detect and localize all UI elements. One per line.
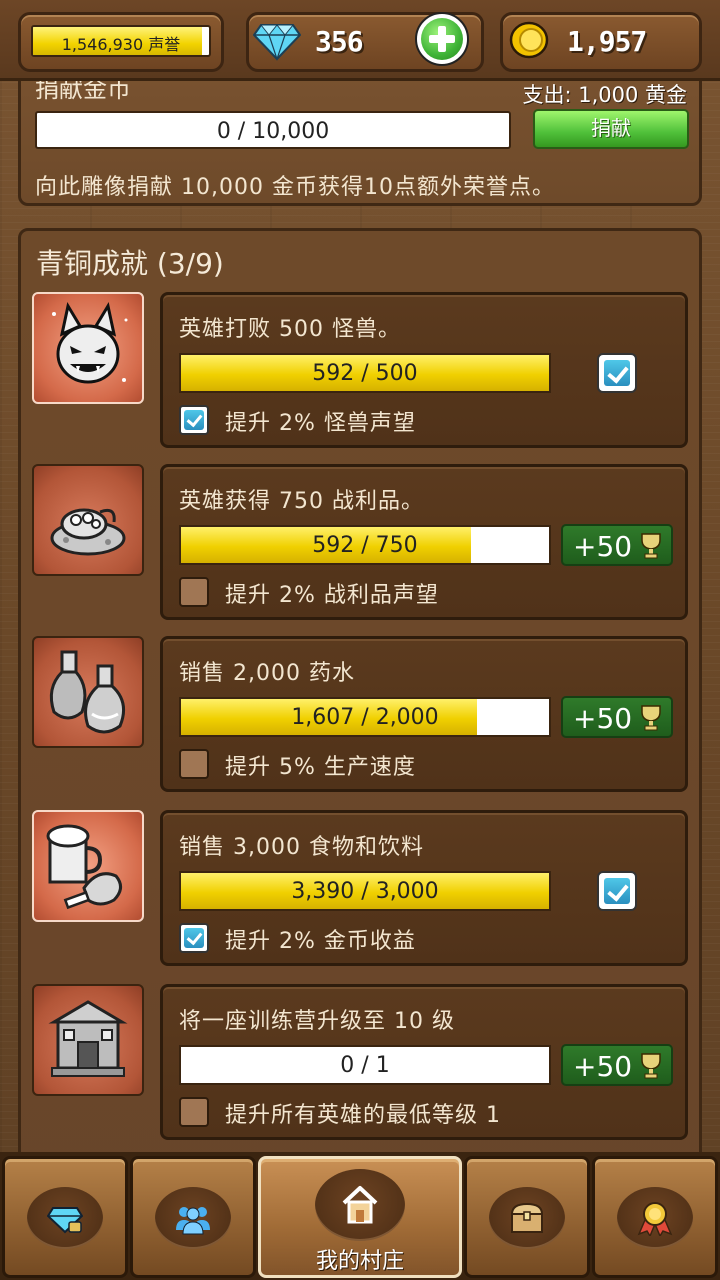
medal-icon bbox=[637, 1202, 673, 1236]
check-icon bbox=[184, 928, 204, 948]
achievement-item: 将一座训练营升级至 10 级 0 / 1 +50 提升所有英雄的最低等级 1 bbox=[32, 984, 688, 1140]
achievement-progress-bar: 3,390 / 3,000 bbox=[179, 871, 551, 911]
bonus-checkbox[interactable] bbox=[179, 577, 209, 607]
donate-button[interactable]: 捐献 bbox=[533, 109, 689, 149]
gem-counter: 356 bbox=[246, 12, 484, 72]
progress-text: 592 / 750 bbox=[312, 533, 418, 558]
achievement-description: 英雄获得 750 战利品。 bbox=[179, 489, 424, 514]
reward-badge[interactable]: +50 bbox=[561, 1044, 673, 1086]
achievement-card: 英雄获得 750 战利品。 592 / 750 +50 提升 2% 战利品声望 bbox=[160, 464, 688, 620]
bottom-nav: 我的村庄 bbox=[0, 1152, 720, 1280]
achievement-description: 销售 2,000 药水 bbox=[179, 661, 355, 686]
loot-pile-icon bbox=[50, 508, 126, 556]
bonus-text: 提升 2% 战利品声望 bbox=[225, 583, 439, 608]
donate-description: 向此雕像捐献 10,000 金币获得10点额外荣誉点。 bbox=[35, 175, 555, 200]
nav-heroes-button[interactable] bbox=[130, 1156, 256, 1278]
check-icon bbox=[604, 360, 630, 386]
nav-achievements-button[interactable] bbox=[592, 1156, 718, 1278]
bonus-text: 提升 2% 金币收益 bbox=[225, 929, 416, 954]
training-camp-icon bbox=[48, 1000, 128, 1077]
achievement-item: 销售 2,000 药水 1,607 / 2,000 +50 提升 5% 生产速度 bbox=[32, 636, 688, 792]
food-drink-icon bbox=[46, 824, 122, 910]
bonus-text: 提升 5% 生产速度 bbox=[225, 755, 416, 780]
fame-value: 1,546,930 bbox=[61, 35, 144, 54]
potion-bottles-icon bbox=[49, 650, 126, 734]
achievement-item: 英雄获得 750 战利品。 592 / 750 +50 提升 2% 战利品声望 bbox=[32, 464, 688, 620]
achievement-progress-bar: 0 / 1 bbox=[179, 1045, 551, 1085]
heroes-icon bbox=[176, 1207, 210, 1235]
reward-text: +50 bbox=[573, 530, 633, 563]
bonus-checkbox[interactable] bbox=[179, 405, 209, 435]
donate-cost: 支出: 1,000 黄金 bbox=[522, 83, 687, 107]
bonus-text: 提升所有英雄的最低等级 1 bbox=[225, 1103, 501, 1128]
treasure-chest-icon bbox=[510, 1202, 544, 1233]
achievement-description: 英雄打败 500 怪兽。 bbox=[179, 317, 401, 342]
achievement-description: 将一座训练营升级至 10 级 bbox=[179, 1009, 455, 1034]
resource-bar: 1,546,930 声誉 356 1,957 bbox=[0, 0, 720, 81]
diamond-icon bbox=[253, 24, 301, 61]
achievement-progress-bar: 1,607 / 2,000 bbox=[179, 697, 551, 737]
nav-village-label: 我的村庄 bbox=[315, 1249, 404, 1274]
bonus-checkbox[interactable] bbox=[179, 923, 209, 953]
reward-badge[interactable]: +50 bbox=[561, 524, 673, 566]
progress-text: 592 / 500 bbox=[312, 361, 418, 386]
gold-counter: 1,957 bbox=[500, 12, 702, 72]
completed-checkbox[interactable] bbox=[597, 353, 637, 393]
nav-village-button[interactable]: 我的村庄 bbox=[258, 1156, 462, 1278]
donate-progress-bar: 0 / 10,000 bbox=[35, 111, 511, 149]
bonus-checkbox[interactable] bbox=[179, 749, 209, 779]
progress-text: 0 / 1 bbox=[340, 1053, 390, 1078]
check-icon bbox=[604, 878, 630, 904]
progress-text: 3,390 / 3,000 bbox=[291, 879, 439, 904]
diamond-icon bbox=[47, 1207, 83, 1234]
achievements-title: 青铜成就 (3/9) bbox=[36, 247, 224, 280]
achievement-item: 销售 3,000 食物和饮料 3,390 / 3,000 提升 2% 金币收益 bbox=[32, 810, 688, 966]
progress-text: 1,607 / 2,000 bbox=[291, 705, 439, 730]
plus-icon bbox=[421, 18, 463, 60]
trophy-icon bbox=[641, 1053, 661, 1079]
achievement-card: 将一座训练营升级至 10 级 0 / 1 +50 提升所有英雄的最低等级 1 bbox=[160, 984, 688, 1140]
achievement-card: 销售 2,000 药水 1,607 / 2,000 +50 提升 5% 生产速度 bbox=[160, 636, 688, 792]
fame-counter: 1,546,930 声誉 bbox=[18, 12, 224, 72]
gold-coin-icon bbox=[509, 21, 549, 59]
achievement-item: 英雄打败 500 怪兽。 592 / 500 提升 2% 怪兽声望 bbox=[32, 292, 688, 448]
reward-badge[interactable]: +50 bbox=[561, 696, 673, 738]
achievement-progress-bar: 592 / 500 bbox=[179, 353, 551, 393]
reward-text: +50 bbox=[573, 702, 633, 735]
gem-count: 356 bbox=[315, 25, 364, 58]
achievement-card: 英雄打败 500 怪兽。 592 / 500 提升 2% 怪兽声望 bbox=[160, 292, 688, 448]
completed-checkbox[interactable] bbox=[597, 871, 637, 911]
trophy-icon bbox=[641, 533, 661, 559]
trophy-icon bbox=[641, 705, 661, 731]
home-icon bbox=[342, 1186, 378, 1224]
achievement-description: 销售 3,000 食物和饮料 bbox=[179, 835, 424, 860]
check-icon bbox=[184, 410, 204, 430]
achievement-progress-bar: 592 / 750 bbox=[179, 525, 551, 565]
fame-bar: 1,546,930 声誉 bbox=[31, 25, 211, 57]
gold-count: 1,957 bbox=[567, 25, 647, 58]
nav-chest-button[interactable] bbox=[464, 1156, 590, 1278]
nav-shop-button[interactable] bbox=[2, 1156, 128, 1278]
buy-gems-button[interactable] bbox=[415, 12, 469, 66]
bonus-text: 提升 2% 怪兽声望 bbox=[225, 411, 416, 436]
demon-face-icon bbox=[52, 301, 128, 384]
bonus-checkbox[interactable] bbox=[179, 1097, 209, 1127]
fame-label: 声誉 bbox=[148, 35, 181, 54]
donate-progress-text: 0 / 10,000 bbox=[216, 119, 330, 144]
achievement-card: 销售 3,000 食物和饮料 3,390 / 3,000 提升 2% 金币收益 bbox=[160, 810, 688, 966]
reward-text: +50 bbox=[573, 1050, 633, 1083]
